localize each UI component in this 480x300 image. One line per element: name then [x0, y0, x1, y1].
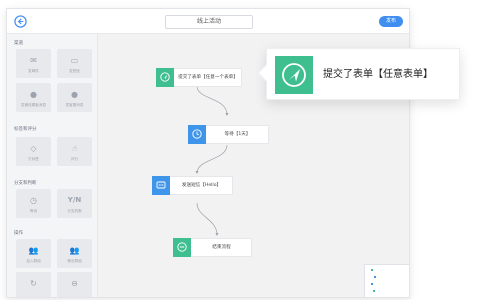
component-label: 加入群组 — [26, 259, 41, 263]
component-label: 发微信模板消息 — [20, 103, 47, 107]
header-bar: 线上活动 发布 — [7, 9, 409, 34]
minimap-node — [374, 276, 376, 278]
component-label: 分支判断 — [67, 209, 82, 213]
section-title-tags: 标签和评分 — [14, 127, 37, 132]
component-wait[interactable]: ◷ 等待 — [16, 189, 51, 218]
component-wechat-service[interactable]: ● 发客服消息 — [57, 83, 92, 112]
section-title-channels: 渠道 — [14, 41, 23, 46]
end-icon — [173, 238, 191, 257]
component-label: 发客服消息 — [65, 103, 84, 107]
clock-icon: ◷ — [30, 196, 37, 205]
send-icon — [156, 68, 174, 87]
campaign-title-input[interactable]: 线上活动 — [165, 15, 253, 29]
minimap-node — [373, 290, 375, 292]
component-score[interactable]: ☝ 评分 — [57, 137, 92, 166]
send-icon — [275, 56, 313, 94]
component-wechat-template[interactable]: ● 发微信模板消息 — [16, 83, 51, 112]
component-leave-group[interactable]: 👥 移出群组 — [57, 239, 92, 268]
flow-node-end[interactable]: 结束流程 — [173, 238, 252, 257]
component-sidebar: 渠道 ✉ 发邮件 ▭ 发短信 ● 发微信模板消息 ● 发客服消息 标签和评分 ◇… — [7, 34, 98, 297]
flow-node-form-submit[interactable]: 提交了表单【任意一个表单】 — [156, 68, 242, 87]
node-label: 结束流程 — [212, 245, 231, 250]
component-label: 发短信 — [69, 69, 80, 73]
node-label: 发送短信【Hello】 — [181, 183, 222, 188]
minimap-node — [371, 269, 373, 271]
thumbs-up-icon: ☝ — [72, 144, 77, 153]
wechat-icon: ● — [30, 90, 37, 99]
component-label: 等待 — [29, 209, 38, 213]
section-title-branching: 分支和判断 — [14, 181, 37, 186]
flow-node-wait[interactable]: 等待【1天】 — [188, 125, 269, 144]
tag-icon: ◇ — [30, 144, 37, 153]
connector — [196, 202, 218, 236]
component-end[interactable]: ⊖ — [57, 272, 92, 297]
arrowhead — [195, 171, 199, 174]
arrowhead — [225, 113, 229, 116]
sms-icon — [152, 176, 170, 195]
refresh-icon: ↻ — [30, 279, 37, 288]
wechat-icon: ● — [71, 90, 78, 99]
minimap-node — [371, 283, 373, 285]
connector — [196, 144, 228, 174]
component-refresh[interactable]: ↻ — [16, 272, 51, 297]
arrowhead — [215, 233, 219, 236]
sms-icon: ▭ — [70, 56, 79, 65]
node-label: 提交了表单【任意一个表单】 — [178, 75, 238, 80]
section-title-operations: 操作 — [14, 231, 23, 236]
callout-label: 提交了表单【任意表单】 — [323, 69, 433, 80]
component-label: 移出群组 — [67, 259, 82, 263]
users-icon: 👥 — [28, 246, 39, 255]
publish-button[interactable]: 发布 — [379, 16, 403, 27]
flow-node-send-sms[interactable]: 发送短信【Hello】 — [152, 176, 233, 195]
component-label: 评分 — [70, 157, 79, 161]
mail-icon: ✉ — [30, 56, 37, 65]
component-branch[interactable]: Y/N 分支判断 — [57, 189, 92, 218]
end-icon: ⊖ — [71, 279, 78, 288]
component-send-email[interactable]: ✉ 发邮件 — [16, 49, 51, 78]
component-send-sms[interactable]: ▭ 发短信 — [57, 49, 92, 78]
component-label: 发邮件 — [28, 69, 39, 73]
users-icon: 👥 — [69, 246, 80, 255]
node-label: 等待【1天】 — [224, 132, 251, 137]
connector — [196, 85, 228, 116]
component-add-tag[interactable]: ◇ 打标签 — [16, 137, 51, 166]
clock-icon — [188, 125, 206, 144]
zoom-callout: 提交了表单【任意表单】 — [257, 48, 460, 100]
component-label: 打标签 — [28, 157, 39, 161]
back-icon[interactable] — [14, 15, 27, 28]
yn-icon: Y/N — [67, 196, 82, 204]
component-join-group[interactable]: 👥 加入群组 — [16, 239, 51, 268]
minimap[interactable] — [364, 264, 409, 297]
